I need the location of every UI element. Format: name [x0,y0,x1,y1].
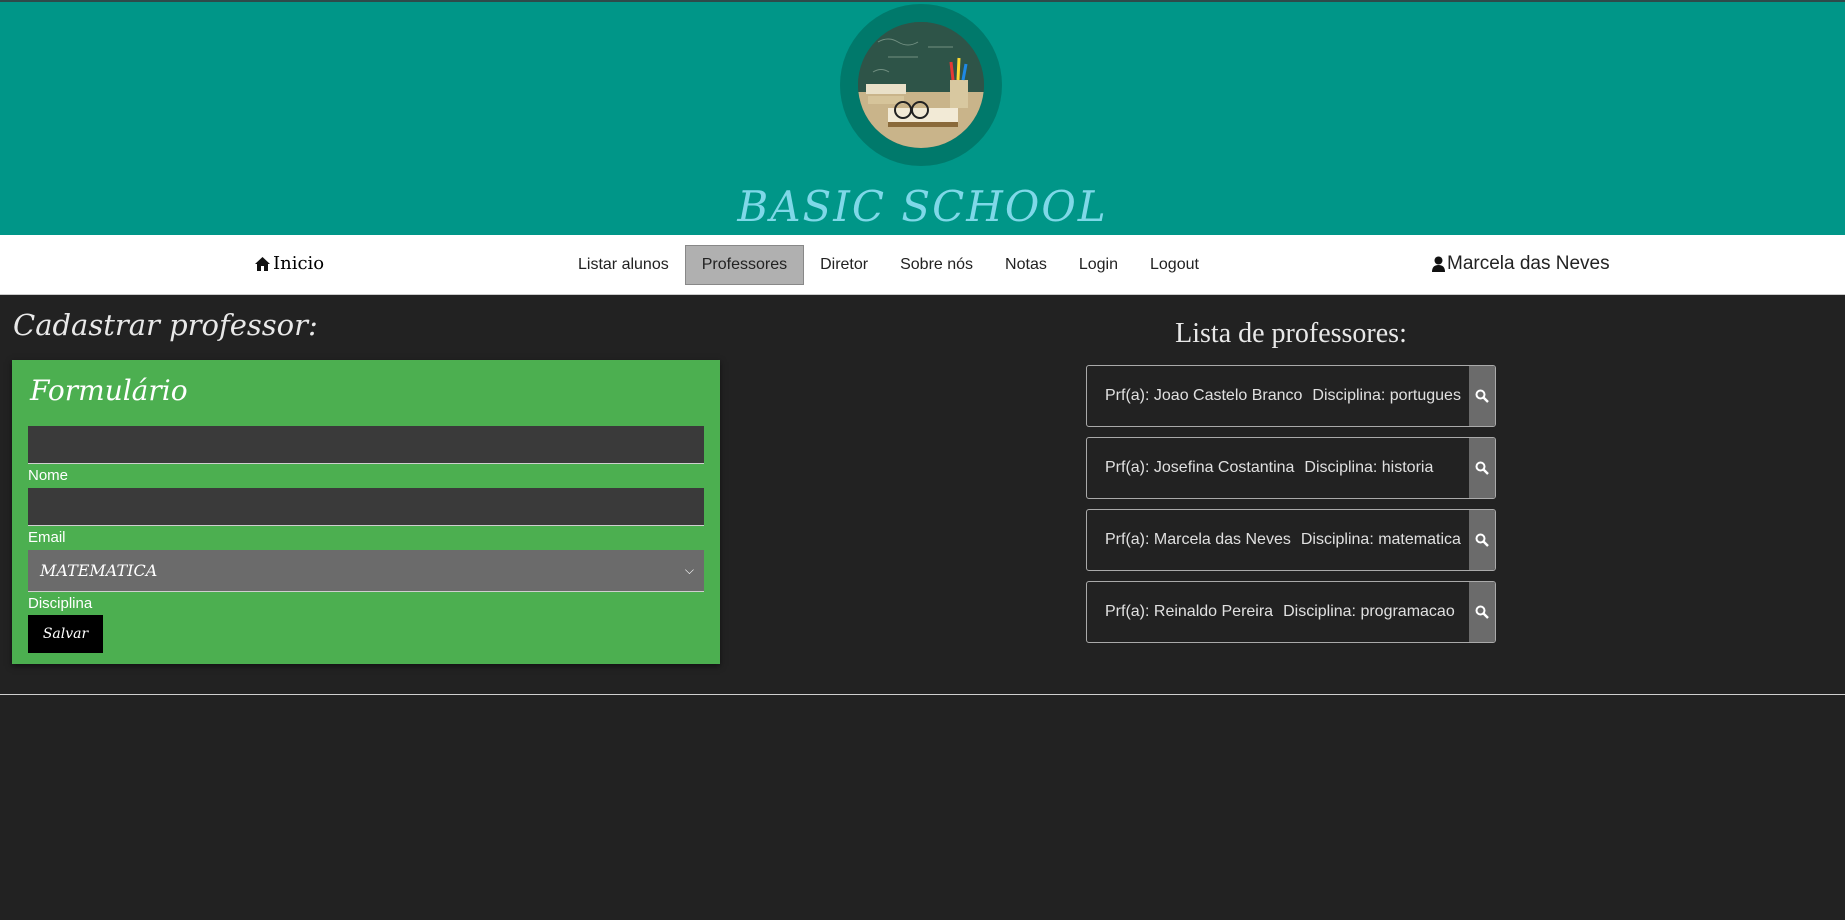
form-heading: Cadastrar professor: [13,308,318,342]
search-icon [1475,605,1489,619]
user-name: Marcela das Neves [1447,253,1610,274]
nav-link-sobre-nos[interactable]: Sobre nós [884,245,989,285]
list-item-professor: Prf(a): Marcela das Neves [1105,531,1291,548]
home-icon [255,256,270,271]
nav-user[interactable]: Marcela das Neves [1432,253,1610,275]
divider [0,694,1845,695]
navbar: Inicio Listar alunos Professores Diretor… [0,235,1845,295]
search-icon [1475,461,1489,475]
logo-image [858,22,984,148]
email-input[interactable] [28,488,704,526]
list-heading: Lista de professores: [1175,318,1407,349]
logo [840,4,1002,166]
nav-link-listar-alunos[interactable]: Listar alunos [562,245,685,285]
list-item-text: Prf(a): Joao Castelo Branco Disciplina: p… [1087,366,1469,426]
disciplina-selected-value: MATEMATICA [40,561,158,580]
disciplina-label: Disciplina [28,595,93,612]
list-item-text: Prf(a): Reinaldo Pereira Disciplina: prog… [1087,582,1469,642]
search-button[interactable] [1469,366,1495,426]
card-title: Formulário [30,374,188,407]
list-item-text: Prf(a): Josefina Costantina Disciplina: h… [1087,438,1469,498]
nome-input[interactable] [28,426,704,464]
search-button[interactable] [1469,510,1495,570]
search-icon [1475,533,1489,547]
nav-links: Listar alunos Professores Diretor Sobre … [562,245,1215,285]
search-icon [1475,389,1489,403]
nome-label: Nome [28,467,69,484]
email-label: Email [28,529,66,546]
list-item-disciplina: Disciplina: portugues [1312,387,1461,404]
save-button[interactable]: Salvar [28,615,103,653]
list-item-professor: Prf(a): Reinaldo Pereira [1105,603,1274,620]
list-item: Prf(a): Joao Castelo Branco Disciplina: p… [1086,365,1496,427]
form-card: Formulário Nome Email MATEMATICA ⌵ Disci… [12,360,720,664]
nav-link-diretor[interactable]: Diretor [804,245,884,285]
nav-link-professores[interactable]: Professores [684,245,805,285]
disciplina-select[interactable]: MATEMATICA ⌵ [28,550,704,592]
list-item-disciplina: Disciplina: matematica [1300,531,1461,548]
chevron-down-icon: ⌵ [684,563,694,577]
search-button[interactable] [1469,582,1495,642]
brand-title: BASIC SCHOOL [737,182,1108,231]
nav-link-logout[interactable]: Logout [1134,245,1215,285]
user-icon [1432,256,1445,272]
header-banner: BASIC SCHOOL [0,0,1845,235]
nav-home-link[interactable]: Inicio [254,253,324,274]
nav-link-login[interactable]: Login [1063,245,1134,285]
search-button[interactable] [1469,438,1495,498]
nav-link-notas[interactable]: Notas [989,245,1063,285]
list-item: Prf(a): Josefina Costantina Disciplina: h… [1086,437,1496,499]
list-item-professor: Prf(a): Joao Castelo Branco [1105,387,1303,404]
list-item: Prf(a): Reinaldo Pereira Disciplina: prog… [1086,581,1496,643]
nav-home-label: Inicio [273,253,325,274]
list-item-disciplina: Disciplina: historia [1304,459,1434,476]
list-item-disciplina: Disciplina: programacao [1283,603,1455,620]
list-item: Prf(a): Marcela das Neves Disciplina: mat… [1086,509,1496,571]
list-item-professor: Prf(a): Josefina Costantina [1105,459,1295,476]
list-item-text: Prf(a): Marcela das Neves Disciplina: mat… [1087,510,1469,570]
